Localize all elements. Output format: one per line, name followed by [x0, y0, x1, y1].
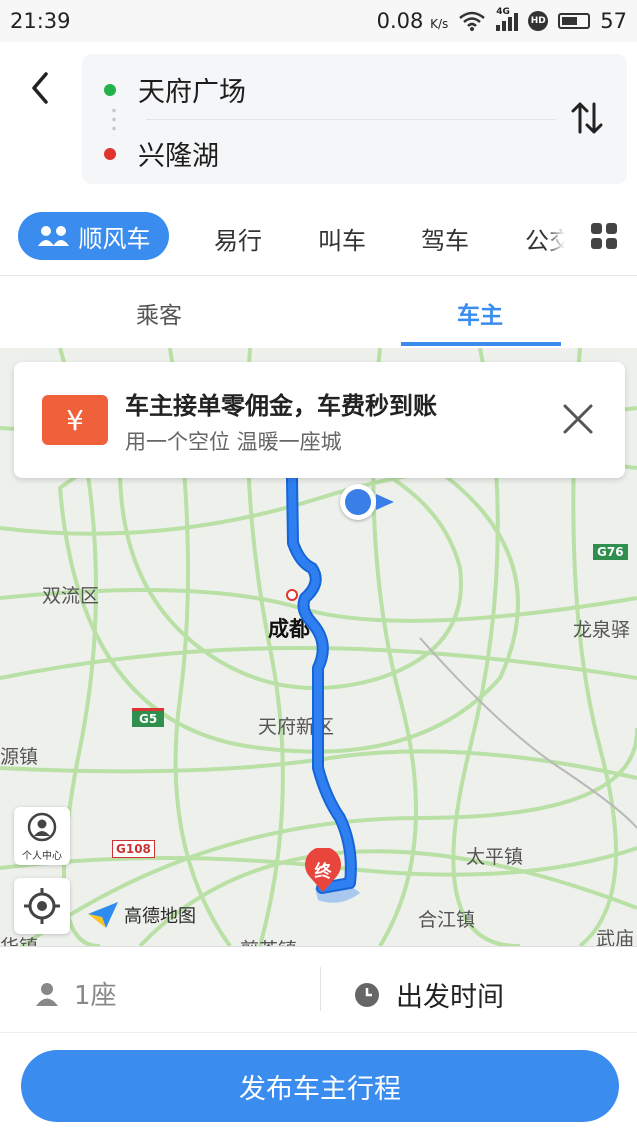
banner-title: 车主接单零佣金，车费秒到账 — [125, 392, 437, 420]
swap-icon[interactable] — [567, 98, 607, 138]
hd-icon: HD — [528, 11, 549, 31]
more-grid-icon[interactable] — [591, 223, 617, 249]
locate-icon — [24, 888, 60, 924]
clock: 21:39 — [10, 9, 71, 33]
route-divider — [146, 119, 556, 120]
network-speed: 0.08 K/s — [376, 9, 449, 33]
personal-center-button[interactable]: 个人中心 — [14, 807, 70, 865]
destination-row[interactable]: 兴隆湖 — [104, 134, 219, 173]
current-location-icon — [340, 484, 394, 520]
trip-options: 1座 出发时间 — [0, 946, 637, 1033]
status-icons: 0.08 K/s 4G HD 57 — [376, 7, 627, 33]
map-logo: 高德地图 — [86, 900, 196, 930]
tab-yixing[interactable]: 易行 — [214, 221, 262, 256]
back-arrow-icon[interactable] — [22, 62, 62, 112]
person-icon — [36, 982, 58, 1006]
seat-selector[interactable]: 1座 — [34, 975, 117, 1012]
battery-icon — [558, 13, 591, 29]
close-icon[interactable] — [561, 402, 595, 436]
active-tab-indicator — [401, 342, 561, 346]
role-tabs: 乘客 车主 — [0, 276, 637, 348]
route-connector — [112, 106, 116, 136]
destination-marker: 终 — [303, 846, 343, 894]
destination-label: 兴隆湖 — [138, 141, 219, 172]
route-header: 天府广场 兴隆湖 — [0, 42, 637, 197]
departure-time-selector[interactable]: 出发时间 — [354, 975, 504, 1014]
origin-label: 天府广场 — [138, 77, 246, 108]
tab-driver[interactable]: 车主 — [457, 296, 503, 330]
cell-signal-icon: 4G — [496, 7, 519, 31]
destination-dot-icon — [104, 147, 116, 160]
tab-passenger[interactable]: 乘客 — [136, 296, 182, 330]
divider — [0, 1032, 637, 1033]
people-icon — [37, 226, 69, 246]
publish-trip-button[interactable]: 发布车主行程 — [21, 1050, 619, 1122]
tab-drive[interactable]: 驾车 — [421, 221, 469, 256]
tab-taxi[interactable]: 叫车 — [318, 221, 366, 256]
options-divider — [320, 967, 321, 1011]
route-input-box: 天府广场 兴隆湖 — [82, 54, 627, 184]
wifi-icon — [459, 11, 486, 31]
origin-dot-icon — [104, 83, 116, 96]
clock-icon — [355, 982, 379, 1007]
status-bar: 21:39 0.08 K/s 4G HD 57 — [0, 0, 637, 42]
user-icon — [27, 812, 57, 842]
coupon-icon: ¥ — [42, 395, 108, 445]
tab-hitch-ride[interactable]: 顺风车 — [18, 212, 169, 260]
promo-banner[interactable]: ¥ 车主接单零佣金，车费秒到账 用一个空位 温暖一座城 — [14, 362, 625, 478]
battery-level: 57 — [600, 9, 627, 33]
locate-button[interactable] — [14, 878, 70, 934]
travel-mode-tabs: 顺风车 易行 叫车 驾车 公交 — [0, 205, 637, 267]
tab-bus[interactable]: 公交 — [525, 221, 565, 256]
origin-row[interactable]: 天府广场 — [104, 70, 246, 109]
banner-subtitle: 用一个空位 温暖一座城 — [125, 430, 342, 454]
amap-logo-icon — [88, 902, 118, 928]
